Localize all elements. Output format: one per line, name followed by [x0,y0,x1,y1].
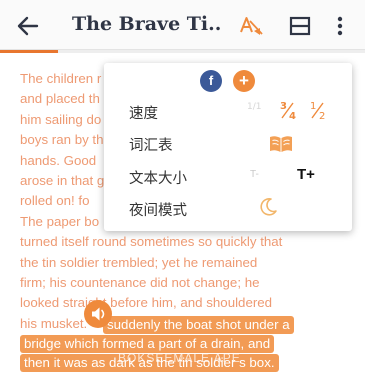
more-share-button[interactable]: + [233,70,255,92]
text-line: turned itself round sometimes so quickly… [20,234,283,250]
fraction-3-4-icon: 3 4 [280,101,296,122]
app-bar: The Brave Ti... [0,0,365,50]
translate-icon[interactable] [238,12,266,40]
vocabulary-book-icon[interactable] [268,135,294,153]
highlighted-sentence-line[interactable]: suddenly the boat shot under a [103,316,294,334]
svg-text:4: 4 [289,111,296,121]
svg-text:1: 1 [310,101,316,112]
book-title: The Brave Ti... [72,13,222,35]
speed-1-1-option[interactable]: 1/1 [244,99,264,121]
vocabulary-label: 词汇表 [129,138,173,154]
decrease-text-size-button[interactable]: T- [250,169,259,180]
svg-text:3: 3 [280,101,287,112]
layout-icon[interactable] [286,12,314,40]
facebook-share-button[interactable]: f [200,70,222,92]
text-line: looked straight before him, and shoulder… [20,295,273,311]
fraction-1-2-icon: 1 2 [310,101,325,122]
read-aloud-button[interactable] [84,300,112,328]
more-vert-icon[interactable] [326,12,354,40]
speaker-icon [92,307,105,321]
night-mode-label: 夜间模式 [129,203,187,219]
back-arrow-icon[interactable] [14,12,42,40]
speed-3-4-option[interactable]: 3 4 [278,99,298,122]
speed-label: 速度 [129,106,158,122]
speed-1-2-option[interactable]: 1 2 [308,99,328,122]
increase-text-size-button[interactable]: T+ [297,166,315,183]
svg-text:2: 2 [319,111,325,121]
text-size-label: 文本大小 [129,171,187,187]
watermark: BOKSEEMALE APE [118,351,241,365]
moon-icon[interactable] [257,196,279,218]
text-line: the tin soldier trembled; yet he remaine… [20,254,258,270]
text-line: firm; his countenance did not change; he [20,274,260,290]
speed-option-text: 1/1 [247,102,261,112]
